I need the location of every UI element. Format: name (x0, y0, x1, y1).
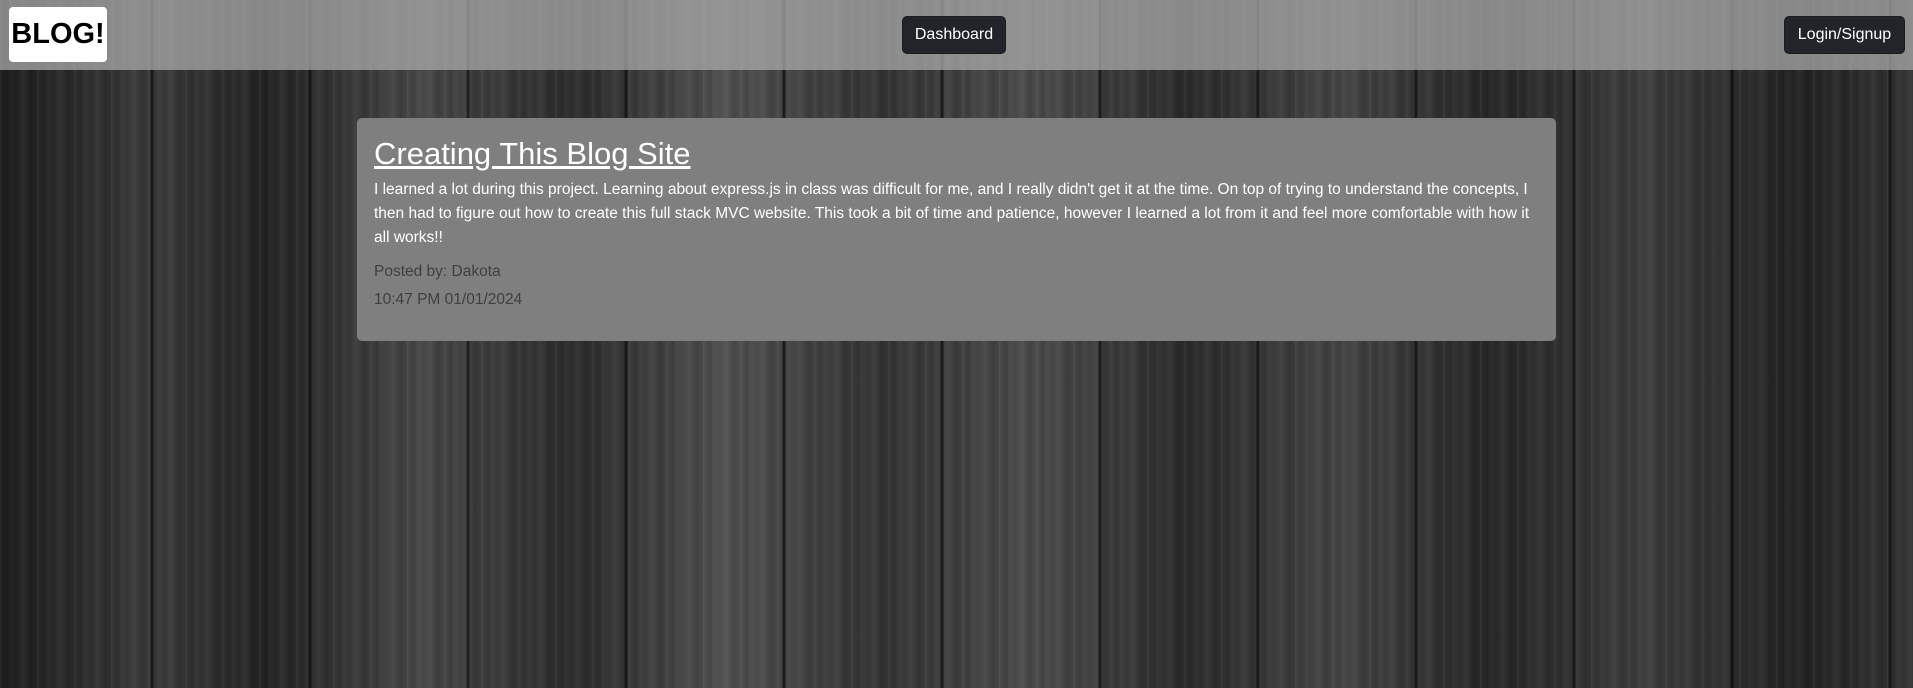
navbar: BLOG! Dashboard Login/Signup (0, 0, 1913, 70)
login-signup-button[interactable]: Login/Signup (1784, 16, 1905, 54)
post-body: I learned a lot during this project. Lea… (374, 181, 1530, 246)
post-author: Posted by: Dakota (374, 263, 501, 280)
dashboard-button[interactable]: Dashboard (902, 16, 1006, 54)
post-card: Creating This Blog Site I learned a lot … (357, 118, 1556, 341)
post-timestamp: 10:47 PM 01/01/2024 (374, 291, 523, 308)
post-title-link[interactable]: Creating This Blog Site (374, 136, 690, 172)
brand-logo[interactable]: BLOG! (9, 7, 107, 62)
